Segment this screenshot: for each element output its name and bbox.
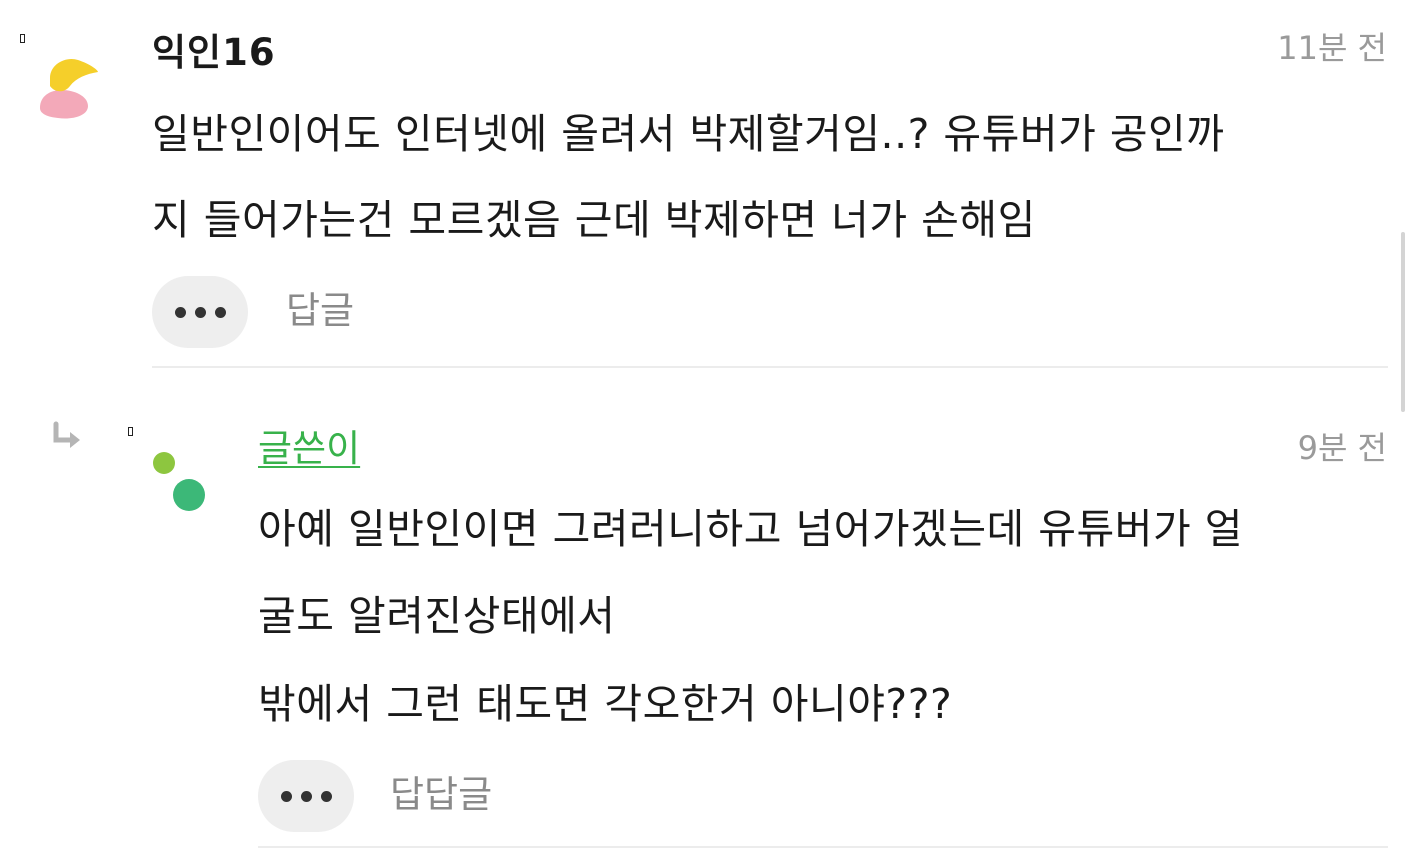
comment-text-line: 지 들어가는건 모르겠음 근데 박제하면 너가 손해임 (152, 196, 1036, 244)
reply-time: 9분 전 (1297, 429, 1387, 467)
reply-text-line: 아예 일반인이면 그려러니하고 넘어가겠는데 유튜버가 얼 (258, 505, 1243, 553)
reply-button[interactable]: 답답글 (390, 776, 492, 813)
more-options-button[interactable] (258, 760, 354, 832)
reply-arrow-icon (53, 421, 80, 448)
comment-time: 11분 전 (1277, 29, 1387, 67)
reply-author[interactable]: 글쓴이 (258, 430, 360, 467)
more-options-button[interactable] (152, 276, 248, 348)
reply-text-line: 굴도 알려진상태에서 (258, 592, 616, 640)
bookmark-icon[interactable] (20, 34, 25, 43)
writer-avatar (153, 452, 205, 511)
more-dots-icon (174, 306, 186, 318)
reply-text-line: 밖에서 그런 태도면 각오한거 아니야??? (258, 680, 953, 728)
scrollbar[interactable] (1401, 232, 1405, 412)
reply-button[interactable]: 답글 (286, 292, 354, 329)
more-dots-icon (280, 790, 292, 802)
bookmark-icon[interactable] (128, 427, 133, 436)
comment-divider (152, 366, 1388, 368)
user-avatar (40, 58, 98, 119)
comment-text-line: 일반인이어도 인터넷에 올려서 박제할거임..? 유튜버가 공인까 (152, 110, 1225, 158)
comment-thread: 익인16 11분 전 일반인이어도 인터넷에 올려서 박제할거임..? 유튜버가… (0, 0, 1405, 848)
comment-author[interactable]: 익인16 (152, 34, 276, 71)
